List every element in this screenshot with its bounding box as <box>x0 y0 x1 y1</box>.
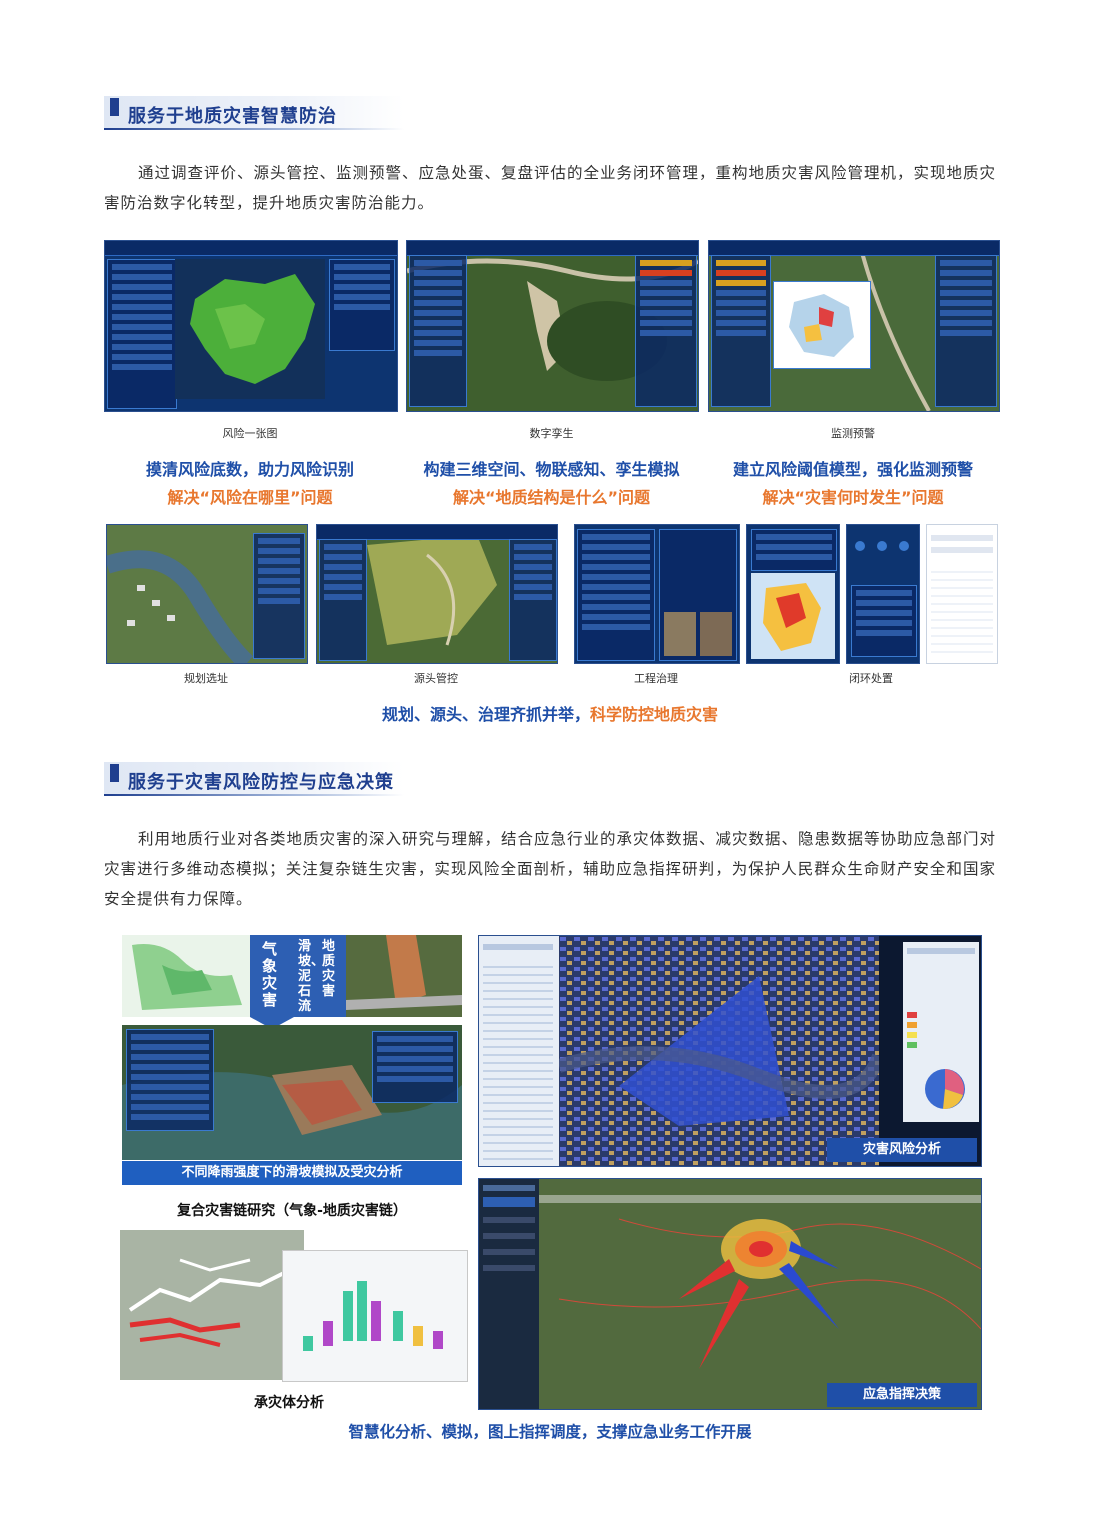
closed-loop-screenshot-1 <box>746 524 840 664</box>
city-risk-graphic <box>559 936 879 1166</box>
risk-caption: 灾害风险分析 <box>827 1138 977 1162</box>
title-3d-space: 构建三维空间、物联感知、孪生模拟 <box>423 460 680 479</box>
summary-orange: 科学防控地质灾害 <box>590 705 719 724</box>
title-risk-identification: 摸清风险底数，助力风险识别 <box>145 460 354 479</box>
weather-tag-box: 气象灾害 <box>250 935 294 1017</box>
site-selection-screenshot <box>106 524 308 664</box>
caption-source-control: 源头管控 <box>414 672 458 685</box>
risk-analysis-screenshot: 灾害风险分析 <box>478 935 982 1167</box>
list-panel <box>851 585 917 657</box>
alerts-panel <box>711 255 771 407</box>
heading-marker <box>110 98 119 116</box>
buildings-3d-graphic <box>283 1251 467 1381</box>
monitoring-screenshot <box>708 240 1000 412</box>
right-panel <box>509 539 557 661</box>
text-panel <box>751 529 837 571</box>
subtitle-structure: 解决“地质结构是什么”问题 <box>452 488 651 507</box>
exposure-caption: 承灾体分析 <box>254 1395 324 1411</box>
bottom-summary: 智慧化分析、模拟，图上指挥调度，支撑应急业务工作开展 <box>348 1423 752 1441</box>
closed-loop-screenshot-2 <box>846 524 920 664</box>
heading-underline <box>104 794 404 796</box>
digital-twin-screenshot <box>406 240 699 412</box>
left-panel <box>409 255 467 407</box>
risk-map <box>751 573 835 659</box>
landslide-simulation <box>122 1025 462 1160</box>
heading-text: 服务于灾害风险防控与应急决策 <box>128 772 394 793</box>
right-panel <box>253 533 305 659</box>
params-panel <box>372 1031 458 1103</box>
dashboard-header <box>709 241 999 256</box>
dashboard-header <box>105 241 397 256</box>
geo-tag: 地质灾害 <box>322 939 336 999</box>
command-caption: 应急指挥决策 <box>827 1383 977 1407</box>
text-panel <box>126 1029 214 1131</box>
exposure-map-1 <box>120 1230 304 1380</box>
dashboard-header <box>317 525 557 540</box>
source-control-screenshot <box>316 524 558 664</box>
pie-graphic <box>925 1069 965 1110</box>
right-panel <box>635 255 697 407</box>
engineering-screenshot <box>574 524 740 664</box>
caption-site-selection: 规划选址 <box>184 672 228 685</box>
caption-engineering: 工程治理 <box>634 672 678 685</box>
weather-tag: 气象灾害 <box>262 940 278 1009</box>
landslide-graphic <box>346 935 462 1017</box>
subtitle-when: 解决“灾害何时发生”问题 <box>762 488 944 507</box>
weather-map <box>122 935 250 1017</box>
dashboard-header <box>407 241 698 256</box>
row2-summary: 规划、源头、治理齐抓并举，科学防控地质灾害 <box>104 701 996 725</box>
geo-tag-secondary: 滑坡、泥石流 <box>298 939 325 1014</box>
command-sidebar <box>479 1179 539 1409</box>
closed-loop-screenshot-3 <box>926 524 998 664</box>
section-heading-2: 服务于灾害风险防控与应急决策 <box>104 762 404 796</box>
exposure-graphic <box>120 1230 304 1380</box>
photo-panel <box>659 529 737 661</box>
command-screenshot: 应急指挥决策 <box>478 1178 982 1410</box>
caption-closed-loop: 闭环处置 <box>849 672 893 685</box>
layer-tree <box>479 936 559 1166</box>
title-threshold-model: 建立风险阈值模型，强化监测预警 <box>732 460 973 479</box>
caption-monitoring: 监测预警 <box>831 427 875 440</box>
summary-blue: 规划、源头、治理齐抓并举， <box>381 705 590 724</box>
province-map <box>789 294 854 357</box>
landslide-photo <box>346 935 462 1017</box>
command-map-graphic <box>539 1179 981 1409</box>
warning-map-popup <box>773 281 871 369</box>
landslide-banner: 不同降雨强度下的滑坡模拟及受灾分析 <box>122 1161 462 1185</box>
hazard-chain-panel: 气象灾害 滑坡、泥石流 地质灾害 不同降雨强度下的滑坡模拟及受灾分析 <box>122 935 462 1190</box>
risk-map-graphic <box>175 259 325 399</box>
risk-map-screenshot <box>104 240 398 412</box>
subtitle-where: 解决“风险在哪里”问题 <box>167 488 333 507</box>
section2-paragraph: 利用地质行业对各类地质灾害的深入研究与理解，结合应急行业的承灾体数据、减灾数据、… <box>104 830 997 908</box>
stats-panel <box>903 942 979 1122</box>
left-panel <box>319 539 367 661</box>
weather-map-graphic <box>122 935 250 1017</box>
stats-panel <box>107 259 177 409</box>
heading-marker <box>110 764 119 782</box>
text-panel <box>577 529 655 661</box>
geo-tag-box: 滑坡、泥石流 地质灾害 <box>294 935 346 1017</box>
heading-text: 服务于地质灾害智慧防治 <box>128 106 337 127</box>
exposure-map-2 <box>282 1250 468 1382</box>
section-heading-1: 服务于地质灾害智慧防治 <box>104 96 404 130</box>
heading-underline <box>104 128 404 130</box>
info-panel <box>329 259 395 351</box>
section1-paragraph: 通过调查评价、源头管控、监测预警、应急处蛋、复盘评估的全业务闭环管理，重构地质灾… <box>104 164 997 212</box>
chain-caption: 复合灾害链研究（气象-地质灾害链） <box>177 1203 407 1219</box>
caption-digital-twin: 数字孪生 <box>529 427 574 440</box>
caption-risk-map: 风险一张图 <box>222 427 278 440</box>
right-panel <box>935 255 997 407</box>
